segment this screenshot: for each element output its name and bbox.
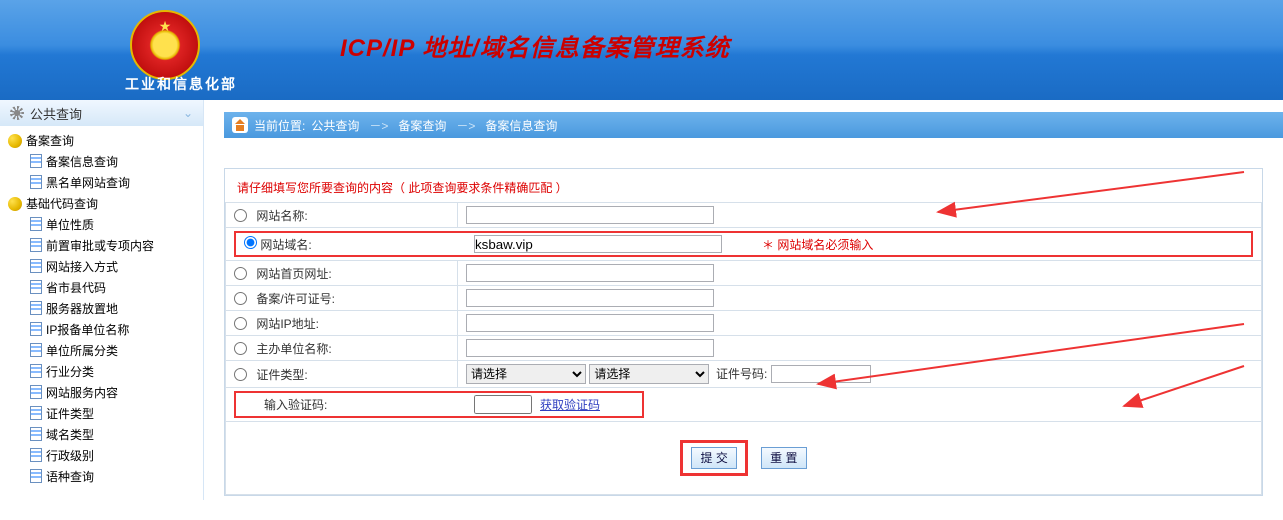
- org-name: 工业和信息化部: [125, 74, 237, 94]
- site_name-input[interactable]: [466, 206, 714, 224]
- tree-item[interactable]: 备案信息查询: [6, 151, 197, 172]
- cert-type-select-1[interactable]: 请选择: [466, 364, 586, 384]
- query-radio[interactable]: [244, 236, 257, 249]
- submit-button[interactable]: 提 交: [691, 447, 736, 469]
- breadcrumb-label: 当前位置:: [254, 117, 305, 134]
- tree-group[interactable]: 基础代码查询: [6, 193, 197, 214]
- tree-item[interactable]: 黑名单网站查询: [6, 172, 197, 193]
- breadcrumb-link[interactable]: 备案查询: [398, 117, 446, 134]
- nav-tree: 备案查询备案信息查询黑名单网站查询基础代码查询单位性质前置审批或专项内容网站接入…: [0, 126, 203, 491]
- breadcrumb-link[interactable]: 备案信息查询: [485, 117, 557, 134]
- query-radio[interactable]: [234, 368, 247, 381]
- tree-item[interactable]: 行业分类: [6, 361, 197, 382]
- national-emblem-icon: [130, 10, 200, 80]
- breadcrumb: 当前位置: 公共查询 －> 备案查询 －> 备案信息查询: [224, 112, 1283, 138]
- cert-no-input[interactable]: [771, 365, 871, 383]
- radio-label[interactable]: 证件类型:: [234, 368, 308, 382]
- form-actions: 提 交 重 置: [225, 422, 1262, 495]
- breadcrumb-sep: －>: [369, 117, 388, 134]
- form-hint: 请仔细填写您所要查询的内容（ 此项查询要求条件精确匹配 ）: [225, 169, 1262, 202]
- reset-button[interactable]: 重 置: [761, 447, 806, 469]
- gear-icon: [10, 106, 24, 120]
- tree-item[interactable]: 省市县代码: [6, 277, 197, 298]
- query-radio[interactable]: [234, 292, 247, 305]
- sponsor_name-input[interactable]: [466, 339, 714, 357]
- domain-input[interactable]: [474, 235, 722, 253]
- tree-item[interactable]: 行政级别: [6, 445, 197, 466]
- sidebar-section-header[interactable]: 公共查询 ⌄: [0, 100, 203, 126]
- submit-highlight-box: 提 交: [680, 440, 747, 476]
- home-icon[interactable]: [232, 117, 248, 133]
- app-header: 工业和信息化部 ICP/IP 地址/域名信息备案管理系统: [0, 0, 1283, 100]
- tree-item[interactable]: 单位性质: [6, 214, 197, 235]
- radio-label[interactable]: 网站域名:: [244, 238, 312, 252]
- radio-label[interactable]: 主办单位名称:: [234, 342, 332, 356]
- main-content: 当前位置: 公共查询 －> 备案查询 －> 备案信息查询 请仔细填写您所要查询的…: [204, 100, 1283, 500]
- chevron-down-icon[interactable]: ⌄: [183, 106, 193, 120]
- tree-item[interactable]: 网站服务内容: [6, 382, 197, 403]
- query-radio[interactable]: [234, 267, 247, 280]
- sidebar: 公共查询 ⌄ 备案查询备案信息查询黑名单网站查询基础代码查询单位性质前置审批或专…: [0, 100, 204, 500]
- tree-group[interactable]: 备案查询: [6, 130, 197, 151]
- query-radio[interactable]: [234, 317, 247, 330]
- tree-item[interactable]: 语种查询: [6, 466, 197, 487]
- radio-label[interactable]: 网站IP地址:: [234, 317, 319, 331]
- captcha-label: 输入验证码:: [244, 396, 474, 413]
- radio-label[interactable]: 备案/许可证号:: [234, 292, 335, 306]
- breadcrumb-sep: －>: [456, 117, 475, 134]
- query-form: 请仔细填写您所要查询的内容（ 此项查询要求条件精确匹配 ） 网站名称: 网站域名…: [224, 168, 1263, 496]
- tree-item[interactable]: 证件类型: [6, 403, 197, 424]
- breadcrumb-link[interactable]: 公共查询: [311, 117, 359, 134]
- radio-label[interactable]: 网站首页网址:: [234, 267, 332, 281]
- radio-label[interactable]: 网站名称:: [234, 209, 308, 223]
- ip_addr-input[interactable]: [466, 314, 714, 332]
- required-hint: ＊ 网站域名必须输入: [762, 236, 873, 253]
- tree-item[interactable]: 网站接入方式: [6, 256, 197, 277]
- tree-item[interactable]: 域名类型: [6, 424, 197, 445]
- tree-item[interactable]: IP报备单位名称: [6, 319, 197, 340]
- tree-item[interactable]: 服务器放置地: [6, 298, 197, 319]
- home_url-input[interactable]: [466, 264, 714, 282]
- get-captcha-link[interactable]: 获取验证码: [540, 396, 600, 413]
- query-radio[interactable]: [234, 342, 247, 355]
- captcha-input[interactable]: [474, 395, 532, 414]
- system-title: ICP/IP 地址/域名信息备案管理系统: [340, 28, 730, 63]
- query-radio[interactable]: [234, 209, 247, 222]
- record_no-input[interactable]: [466, 289, 714, 307]
- tree-item[interactable]: 单位所属分类: [6, 340, 197, 361]
- sidebar-section-title: 公共查询: [30, 104, 82, 123]
- cert-no-label: 证件号码:: [716, 367, 767, 381]
- cert-type-select-2[interactable]: 请选择: [589, 364, 709, 384]
- tree-item[interactable]: 前置审批或专项内容: [6, 235, 197, 256]
